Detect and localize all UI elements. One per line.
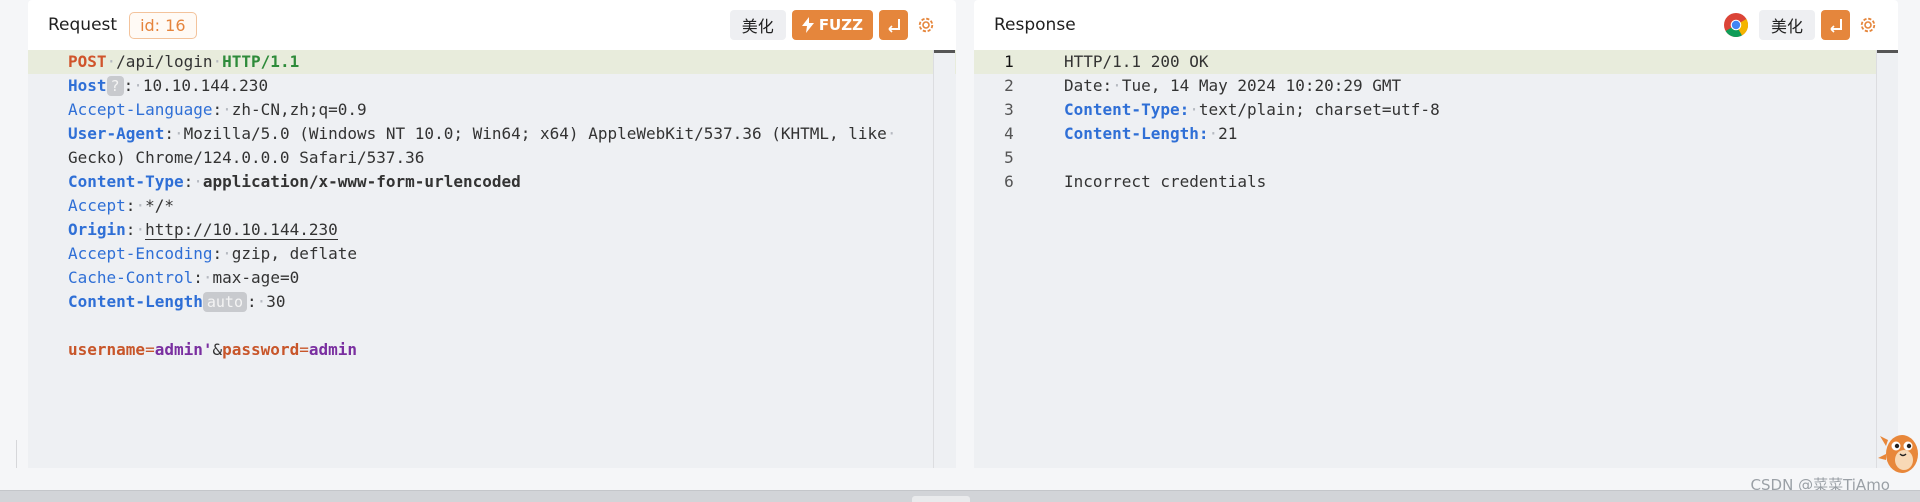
response-editor[interactable]: 1 HTTP/1.1 200 OK 2 Date:·Tue, 14 May 2024… — [974, 50, 1898, 468]
response-actions: 美化 — [1723, 10, 1880, 40]
request-panel: Request id: 16 美化 FUZZ POST·/api/login·H… — [28, 0, 956, 468]
gear-icon — [1860, 17, 1876, 33]
request-scrollbar[interactable] — [933, 50, 955, 468]
wrap-line-icon — [887, 19, 900, 33]
request-actions: 美化 FUZZ — [729, 10, 938, 40]
header-line: Origin:·http://10.10.144.230 — [68, 220, 338, 240]
chrome-icon[interactable] — [1723, 12, 1749, 38]
request-editor[interactable]: POST·/api/login·HTTP/1.1 Host?:·10.10.14… — [28, 50, 956, 468]
request-beautify-button[interactable]: 美化 — [729, 10, 786, 40]
request-title: Request — [48, 15, 118, 35]
header-line: Content-Length auto:·30 — [68, 292, 286, 312]
response-wrap-button[interactable] — [1821, 10, 1850, 40]
header-line: Accept-Language:·zh-CN,zh;q=0.9 — [68, 100, 367, 119]
origin-link[interactable]: http://10.10.144.230 — [145, 220, 338, 240]
body-line: username=admin'&password=admin — [68, 340, 358, 359]
status-line: 1 HTTP/1.1 200 OK — [974, 50, 1898, 74]
blank-line: 5 — [974, 146, 1898, 170]
header-line: 4 Content-Length:·21 — [974, 122, 1898, 146]
request-settings-button[interactable] — [914, 13, 938, 37]
header-line: Cache-Control:·max-age=0 — [68, 268, 300, 287]
request-line: POST·/api/login·HTTP/1.1 — [28, 50, 956, 74]
response-scrollbar[interactable] — [1876, 50, 1898, 468]
response-header: Response 美化 — [974, 0, 1898, 50]
header-line: Content-Type:·application/x-www-form-url… — [68, 172, 521, 191]
line-number: 2 — [1004, 76, 1014, 95]
gear-icon — [918, 17, 934, 33]
fuzz-button[interactable]: FUZZ — [791, 10, 873, 40]
line-number: 6 — [1004, 172, 1014, 191]
header-line: 2 Date:·Tue, 14 May 2024 10:20:29 GMT — [974, 74, 1898, 98]
header-line: 3 Content-Type:·text/plain; charset=utf-8 — [974, 98, 1898, 122]
bottom-tab[interactable] — [912, 496, 970, 502]
mascot-icon — [1878, 435, 1918, 473]
response-lines: 1 HTTP/1.1 200 OK 2 Date:·Tue, 14 May 2024… — [974, 50, 1898, 194]
header-line: User-Agent:·Mozilla/5.0 (Windows NT 10.0… — [68, 124, 897, 143]
line-number: 5 — [1004, 148, 1014, 167]
header-line: Host?:·10.10.144.230 — [68, 76, 269, 96]
line-number: 3 — [1004, 100, 1014, 119]
auto-pill[interactable]: auto — [202, 292, 247, 312]
request-lines: POST·/api/login·HTTP/1.1 Host?:·10.10.14… — [28, 50, 956, 362]
window-edge — [16, 440, 17, 468]
lightning-icon — [801, 17, 814, 33]
response-settings-button[interactable] — [1856, 13, 1880, 37]
line-number: 4 — [1004, 124, 1014, 143]
header-line-wrapped: Gecko) Chrome/124.0.0.0 Safari/537.36 — [68, 148, 425, 167]
response-title: Response — [994, 15, 1076, 35]
request-wrap-button[interactable] — [879, 10, 908, 40]
request-header: Request id: 16 美化 FUZZ — [28, 0, 956, 50]
response-panel: Response 美化 1 HTTP/1.1 200 OK 2 Date:·Tu… — [974, 0, 1898, 468]
request-id-badge: id: 16 — [129, 11, 197, 39]
wrap-line-icon — [1829, 19, 1842, 33]
header-line: Accept-Encoding:·gzip, deflate — [68, 244, 358, 263]
line-number: 1 — [1004, 52, 1014, 71]
response-beautify-button[interactable]: 美化 — [1758, 10, 1815, 40]
header-line: Accept:·*/* — [68, 196, 174, 215]
fuzz-label: FUZZ — [818, 16, 863, 34]
body-line: 6 Incorrect credentials — [974, 170, 1898, 194]
